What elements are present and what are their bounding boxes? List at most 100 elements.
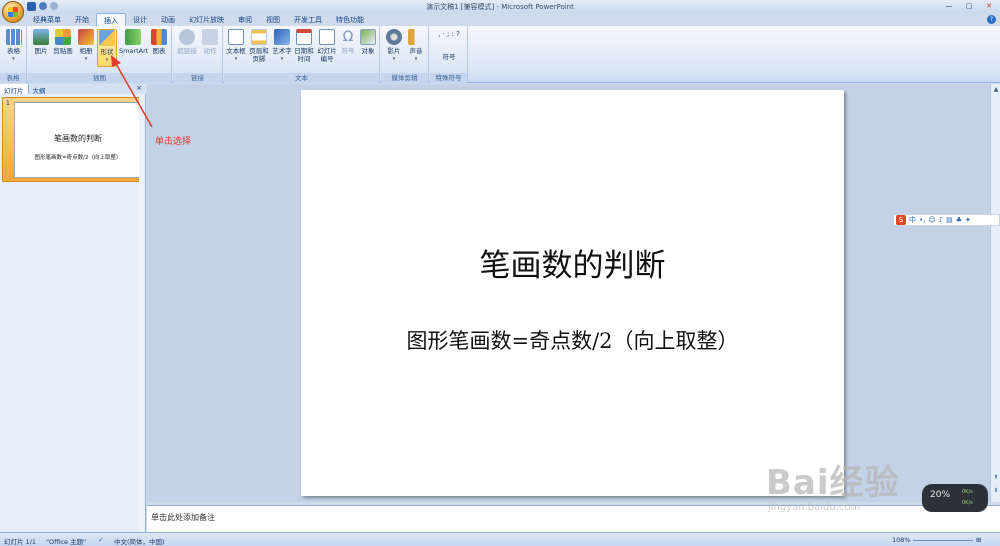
group-label-media: 媒体剪辑: [381, 73, 428, 83]
tab-outline[interactable]: 大纲: [29, 84, 50, 95]
group-label-illustrations: 插图: [28, 73, 171, 83]
shapes-button[interactable]: 形状 ▾: [97, 29, 117, 67]
group-label-special: 特殊符号: [430, 73, 467, 83]
zoom-slider[interactable]: [913, 540, 973, 541]
tab-home[interactable]: 开始: [68, 13, 96, 26]
symbol-button[interactable]: Ω 符号: [339, 29, 357, 55]
wordart-icon: [274, 29, 290, 45]
group-media: 影片 ▾ 声音 ▾ 媒体剪辑: [381, 26, 429, 83]
tab-developer[interactable]: 开发工具: [287, 13, 329, 26]
tools-icon[interactable]: ✦: [965, 216, 971, 224]
ribbon-tabs: 经典菜单 开始 插入 设计 动画 幻灯片放映 审阅 视图 开发工具 特色功能: [26, 13, 371, 26]
spellcheck-icon[interactable]: ✓: [98, 536, 103, 544]
slide-thumbnail-number: 1: [6, 100, 10, 107]
group-text: 文本框 ▾ 页眉和页脚 艺术字 ▾ 日期和时间 幻灯片编号 Ω 符号 对象 文本: [224, 26, 380, 83]
watermark-url: jingyan.baidu.com: [768, 502, 861, 513]
save-icon[interactable]: [27, 1, 36, 11]
prev-slide-icon[interactable]: ⇞: [992, 474, 1000, 482]
redo-icon[interactable]: [50, 2, 58, 10]
close-icon[interactable]: ✕: [980, 1, 998, 11]
clipart-icon: [55, 29, 71, 45]
group-label-links: 链接: [173, 73, 222, 83]
picture-button[interactable]: 图片: [32, 29, 50, 55]
group-table: 表格 ▾ 表格: [0, 26, 27, 83]
tab-features[interactable]: 特色功能: [329, 13, 371, 26]
hyperlink-icon: [179, 29, 195, 45]
tab-classic-menu[interactable]: 经典菜单: [26, 13, 68, 26]
status-bar: 幻灯片 1/1 "Office 主题" ✓ 中文(简体，中国) 108% ⊞: [0, 532, 1000, 546]
smartart-button[interactable]: SmartArt: [119, 29, 148, 55]
action-button[interactable]: 动作: [200, 29, 220, 55]
group-special-symbols: , · ; : ? 符号 特殊符号: [430, 26, 468, 83]
slide-subtitle[interactable]: 图形笔画数=奇点数/2（向上取整）: [301, 325, 844, 355]
help-icon[interactable]: ?: [987, 15, 996, 24]
emoji-icon[interactable]: ☺: [928, 216, 935, 224]
minimize-icon[interactable]: —: [940, 1, 958, 11]
chart-button[interactable]: 图表: [149, 29, 169, 55]
panel-scrollbar[interactable]: [139, 94, 145, 532]
punctuation-grid[interactable]: , · ; : ?: [434, 30, 464, 38]
date-time-button[interactable]: 日期和时间: [293, 29, 315, 63]
tab-animation[interactable]: 动画: [154, 13, 182, 26]
slide[interactable]: 笔画数的判断 图形笔画数=奇点数/2（向上取整）: [301, 90, 844, 496]
slide-number-button[interactable]: 幻灯片编号: [316, 29, 338, 63]
canvas-scrollbar[interactable]: ▲ ⇞ ⇟: [990, 84, 1000, 502]
picture-icon: [33, 29, 49, 45]
special-symbol-label: 符号: [442, 53, 456, 61]
office-button[interactable]: [2, 1, 24, 23]
window-title: 演示文稿1 [兼容模式] - Microsoft PowerPoint: [426, 3, 574, 11]
ribbon: 表格 ▾ 表格 图片 剪贴画 相册 ▾ 形状 ▾ SmartArt 图表 插图 …: [0, 26, 1000, 83]
maximize-icon[interactable]: ▢: [960, 1, 978, 11]
sogou-logo-icon[interactable]: S: [896, 215, 906, 225]
hyperlink-button[interactable]: 超链接: [176, 29, 198, 55]
next-slide-icon[interactable]: ⇟: [992, 487, 1000, 495]
header-footer-button[interactable]: 页眉和页脚: [247, 29, 271, 63]
object-button[interactable]: 对象: [358, 29, 378, 55]
punctuation-marks-icon: , · ; : ?: [438, 30, 460, 38]
header-footer-icon: [251, 29, 267, 45]
punctuation-icon[interactable]: •,: [919, 216, 925, 224]
special-symbol-button[interactable]: 符号: [434, 53, 464, 61]
textbox-icon: [228, 29, 244, 45]
watermark-brand: Bai经验: [766, 463, 900, 503]
film-reel-icon: [386, 29, 402, 45]
skin-icon[interactable]: ♣: [956, 216, 962, 224]
textbox-button[interactable]: 文本框 ▾: [226, 29, 246, 63]
tab-insert[interactable]: 插入: [96, 13, 126, 26]
tab-slideshow[interactable]: 幻灯片放映: [182, 13, 231, 26]
tab-view[interactable]: 视图: [259, 13, 287, 26]
status-language: 中文(简体，中国): [114, 538, 165, 546]
action-icon: [202, 29, 218, 45]
widget-percent: 20%: [930, 490, 951, 500]
movie-button[interactable]: 影片 ▾: [384, 29, 404, 63]
group-illustrations: 图片 剪贴画 相册 ▾ 形状 ▾ SmartArt 图表 插图: [28, 26, 172, 83]
ime-mode-label[interactable]: 中: [909, 215, 916, 225]
status-theme: "Office 主题": [46, 538, 87, 546]
slide-thumbnail-selected[interactable]: 1 笔画数的判断 图形笔画数=奇点数/2（向上取整）: [2, 97, 142, 182]
sound-button[interactable]: 声音 ▾: [406, 29, 426, 63]
thumbnail-title: 笔画数的判断: [54, 134, 102, 143]
status-zoom[interactable]: 108%: [892, 536, 911, 544]
undo-icon[interactable]: [39, 2, 47, 10]
panel-close-icon[interactable]: ×: [136, 84, 142, 92]
keyboard-icon[interactable]: ▤: [946, 216, 953, 224]
scroll-up-icon[interactable]: ▲: [992, 86, 1000, 94]
tab-design[interactable]: 设计: [126, 13, 154, 26]
slide-thumbnail[interactable]: 笔画数的判断 图形笔画数=奇点数/2（向上取整）: [14, 102, 140, 178]
fit-window-icon[interactable]: ⊞: [976, 536, 981, 544]
tab-slides[interactable]: 幻灯片: [0, 84, 29, 95]
microphone-icon[interactable]: ♪: [939, 216, 943, 224]
table-button[interactable]: 表格 ▾: [3, 29, 24, 63]
slide-canvas: 笔画数的判断 图形笔画数=奇点数/2（向上取整）: [147, 84, 990, 502]
album-icon: [78, 29, 94, 45]
slide-title[interactable]: 笔画数的判断: [301, 240, 844, 285]
group-label-table: 表格: [0, 73, 26, 83]
slide-number-icon: [319, 29, 335, 45]
quick-access-toolbar: [27, 1, 58, 11]
calendar-icon: [296, 29, 312, 45]
album-button[interactable]: 相册 ▾: [77, 29, 95, 63]
clipart-button[interactable]: 剪贴画: [52, 29, 74, 55]
tab-review[interactable]: 审阅: [231, 13, 259, 26]
shapes-icon: [99, 30, 115, 46]
wordart-button[interactable]: 艺术字 ▾: [272, 29, 292, 63]
